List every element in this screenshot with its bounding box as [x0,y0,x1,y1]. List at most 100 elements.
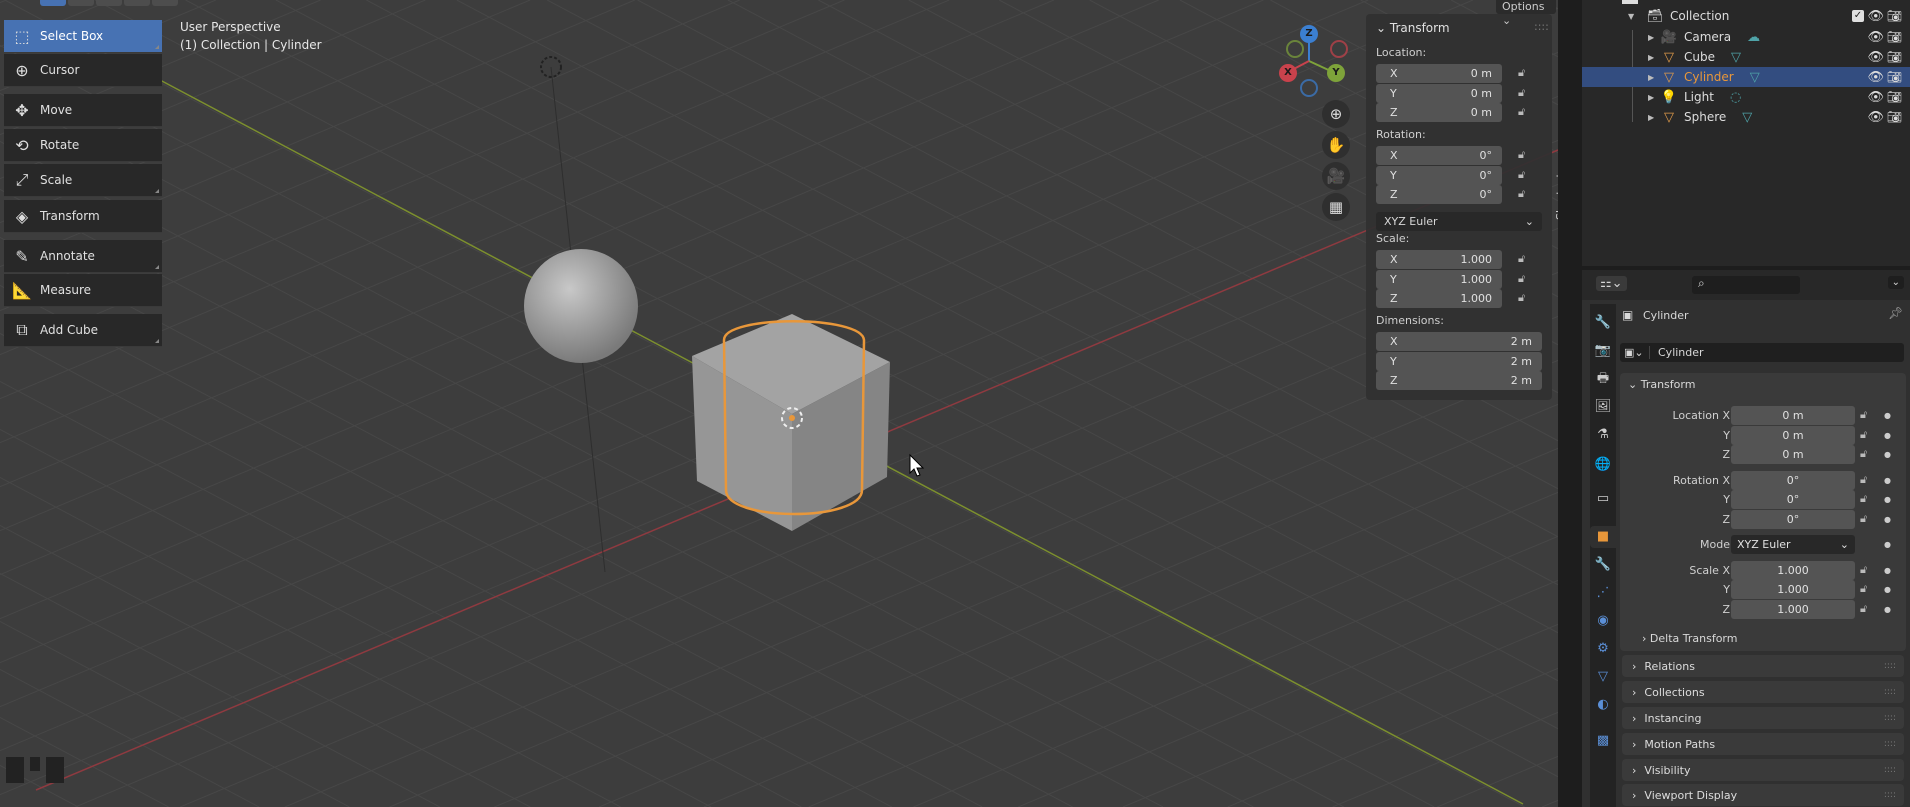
keyframe-dot-icon[interactable]: ● [1884,450,1891,459]
expand-toggle-icon[interactable]: ▼ [1628,12,1640,21]
drag-handle-icon[interactable]: :::: [1884,687,1896,697]
drag-handle-icon[interactable]: :::: [1884,765,1896,775]
select-mode-buttons[interactable] [40,0,178,6]
panel-instancing[interactable]: › Instancing:::: [1622,707,1904,729]
tool-tab-icon[interactable]: 🔧 [1590,312,1616,334]
object-type-icon[interactable]: ▣⌄ [1620,346,1650,359]
lock-icon[interactable]: 🔓︎ [1860,602,1867,616]
lock-icon[interactable]: 🔓︎ [1518,168,1525,182]
chevron-down-icon[interactable]: ⌄ [1887,276,1904,289]
transform-panel-header[interactable]: ⌄ Transform [1628,378,1695,391]
rotation-x-field[interactable]: X 0° [1376,146,1502,165]
lock-icon[interactable]: 🔓︎ [1860,492,1867,506]
world-tab-icon[interactable]: 🌐 [1590,454,1616,476]
tool-annotate[interactable]: ✎ Annotate [4,240,162,273]
mesh-data-icon[interactable]: ▽ [1742,110,1752,125]
location-y-field[interactable]: Y 0 m [1376,83,1502,103]
search-input[interactable]: ⌕ [1692,276,1800,294]
gizmo-y-axis[interactable]: Y [1327,64,1345,82]
value-field[interactable]: 1.000 [1731,600,1855,619]
editor-type-icon[interactable]: ⚏⌄ [1596,276,1627,291]
panel-collections[interactable]: › Collections:::: [1622,681,1904,703]
tool-transform[interactable]: ◈ Transform [4,200,162,233]
constraints-tab-icon[interactable]: ⚙ [1590,638,1616,660]
panel-header[interactable]: ⌄ Transform [1376,21,1450,35]
expand-toggle-icon[interactable]: ▶ [1648,73,1660,82]
keyframe-dot-icon[interactable]: ● [1884,431,1891,440]
ortho-grid-icon[interactable]: ▦ [1322,193,1350,221]
panel-relations[interactable]: › Relations:::: [1622,655,1904,677]
scale-x-field[interactable]: X 1.000 [1376,250,1502,269]
rotation-mode-dropdown[interactable]: XYZ Euler ⌄ [1376,212,1542,231]
lock-icon[interactable]: 🔓︎ [1518,148,1525,162]
scale-z-field[interactable]: Z 1.000 [1376,289,1502,308]
gizmo-negative-axis[interactable] [1300,79,1318,97]
expand-toggle-icon[interactable]: ▶ [1648,53,1660,62]
render-icon[interactable]: 📷︎ [1887,110,1902,124]
lock-icon[interactable]: 🔓︎ [1518,291,1525,305]
output-tab-icon[interactable]: 🖶 [1590,368,1616,390]
value-field[interactable]: 0° [1731,490,1855,509]
keyframe-dot-icon[interactable]: ● [1884,540,1891,549]
lock-icon[interactable]: 🔓︎ [1860,582,1867,596]
value-field[interactable]: 0 m [1731,445,1855,464]
render-tab-icon[interactable]: 📷 [1590,340,1616,362]
tool-scale[interactable]: ⤢ Scale [4,164,162,197]
keyframe-dot-icon[interactable]: ● [1884,585,1891,594]
pin-icon[interactable]: 📌︎ [1888,306,1903,320]
drag-handle-icon[interactable]: :::: [1534,20,1549,33]
gizmo-negative-axis[interactable] [1286,40,1304,58]
scale-y-field[interactable]: Y 1.000 [1376,269,1502,289]
object-tab-icon[interactable]: ■ [1590,526,1616,548]
value-field[interactable]: 0 m [1731,426,1855,445]
value-field[interactable]: 0° [1731,510,1855,529]
tool-add-cube[interactable]: ⧉ Add Cube [4,314,162,347]
mesh-data-icon[interactable]: ▽ [1750,70,1760,85]
lock-icon[interactable]: 🔓︎ [1518,66,1525,80]
lock-icon[interactable]: 🔓︎ [1518,252,1525,266]
mode-button[interactable] [68,0,94,6]
location-x-field[interactable]: X 0 m [1376,64,1502,83]
value-field[interactable]: 1.000 [1731,580,1855,599]
drag-handle-icon[interactable]: :::: [1884,713,1896,723]
outliner-item-sphere[interactable]: ▶ ▽ Sphere ▽ 👁︎ 📷︎ [1582,107,1910,127]
value-field[interactable]: 1.000 [1731,561,1855,580]
expand-toggle-icon[interactable]: ▶ [1648,33,1660,42]
render-icon[interactable]: 📷︎ [1887,9,1902,23]
eye-icon[interactable]: 👁︎ [1867,70,1884,85]
lock-icon[interactable]: 🔓︎ [1518,272,1525,286]
camera-view-icon[interactable]: 🎥 [1322,162,1350,190]
gizmo-z-axis[interactable]: Z [1300,25,1318,43]
scene-tab-icon[interactable]: ⚗ [1590,424,1616,446]
include-checkbox[interactable]: ✓ [1852,10,1864,22]
options-dropdown[interactable]: Options ⌄ [1496,0,1556,27]
panel-motion-paths[interactable]: › Motion Paths:::: [1622,733,1904,755]
eye-icon[interactable]: 👁︎ [1867,90,1884,105]
light-data-icon[interactable]: ◌ [1730,90,1741,105]
keyframe-dot-icon[interactable]: ● [1884,605,1891,614]
keyframe-dot-icon[interactable]: ● [1884,411,1891,420]
eye-icon[interactable]: 👁︎ [1867,9,1884,24]
render-icon[interactable]: 📷︎ [1887,90,1902,104]
render-icon[interactable]: 📷︎ [1887,70,1902,84]
panel-visibility[interactable]: › Visibility:::: [1622,759,1904,781]
keyframe-dot-icon[interactable]: ● [1884,515,1891,524]
lock-icon[interactable]: 🔓︎ [1860,428,1867,442]
location-z-field[interactable]: Z 0 m [1376,103,1502,122]
panel-viewport-display[interactable]: › Viewport Display:::: [1622,784,1904,806]
lock-icon[interactable]: 🔓︎ [1860,473,1867,487]
gizmo-x-axis[interactable]: X [1279,64,1297,82]
tool-select-box[interactable]: ⬚ Select Box [4,20,162,53]
pan-hand-icon[interactable]: ✋ [1322,131,1350,159]
tool-cursor[interactable]: ⊕ Cursor [4,54,162,87]
lock-icon[interactable]: 🔓︎ [1518,86,1525,100]
rotation-y-field[interactable]: Y 0° [1376,165,1502,185]
lock-icon[interactable]: 🔓︎ [1518,105,1525,119]
dimensions-y-field[interactable]: Y 2 m [1376,351,1542,371]
outliner-item-cube[interactable]: ▶ ▽ Cube ▽ 👁︎ 📷︎ [1582,47,1910,67]
3d-viewport[interactable]: ⬚ Select Box ⊕ Cursor ✥ Move ⟲ Rotate ⤢ Scale ◈ Tra… [0,0,1558,807]
expand-toggle-icon[interactable]: ▶ [1648,93,1660,102]
drag-handle-icon[interactable]: :::: [1884,661,1896,671]
delta-transform-subpanel[interactable]: › Delta Transform [1642,632,1737,645]
eye-icon[interactable]: 👁︎ [1867,30,1884,45]
